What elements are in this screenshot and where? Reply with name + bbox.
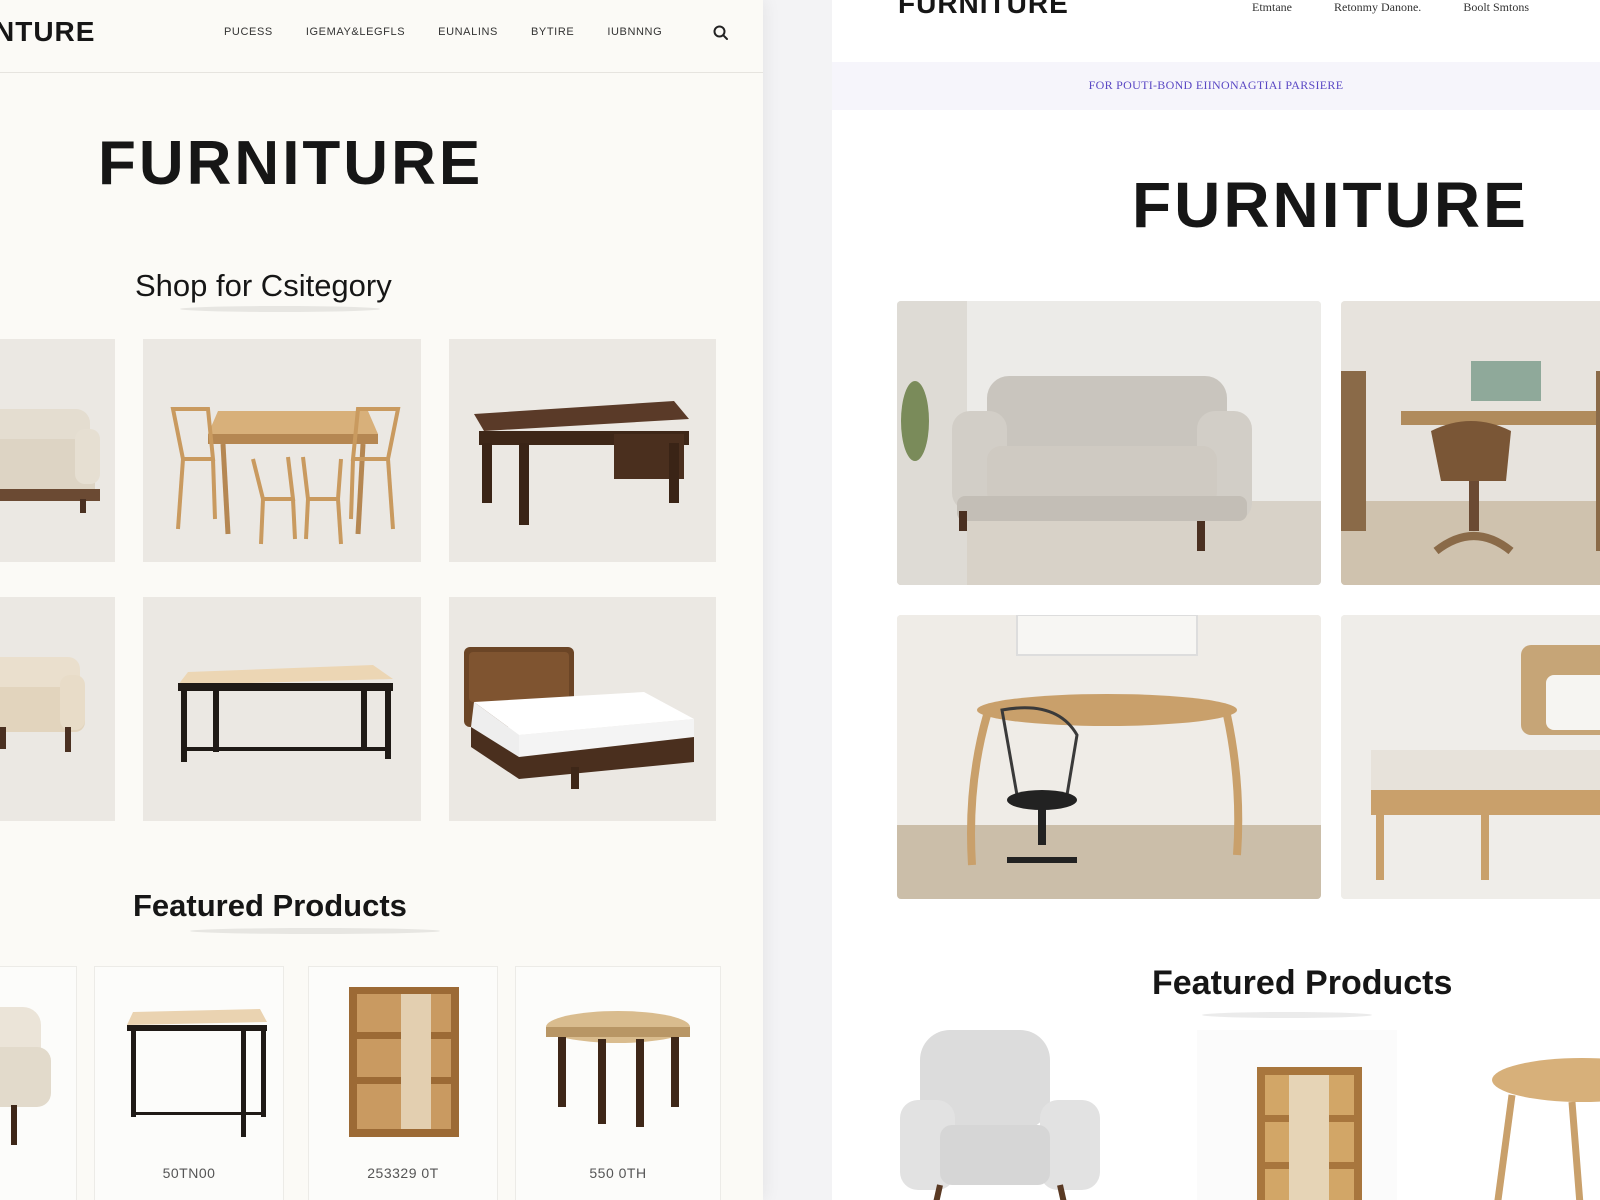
promo-text: FOR POUTI-BOND EIINONAGTIAI PARSIERE: [1088, 78, 1344, 92]
page-title-right: FURNITURE: [1132, 169, 1529, 241]
nav-item-4[interactable]: BYTIRE: [531, 26, 574, 38]
photo-tile-study[interactable]: [897, 615, 1321, 899]
site-logo[interactable]: NTURE: [0, 16, 95, 48]
dining-room-icon: [1341, 301, 1600, 585]
site-header-right: FURNITURE Etmtane Retonmy Danone. Boolt …: [832, 0, 1600, 60]
bedroom-icon: [1341, 615, 1600, 899]
featured-heading-right: Featured Products: [1152, 964, 1453, 1002]
bed-icon: [464, 647, 694, 789]
round-table-icon: [546, 1011, 690, 1127]
category-tile-dining-set[interactable]: [143, 339, 421, 562]
product-card-round-table-right[interactable]: [1472, 1030, 1600, 1200]
dark-desk-icon: [474, 401, 689, 525]
nav-item-1[interactable]: Etmtane: [1252, 0, 1292, 15]
site-header: NTURE PUCESS IGEMAY&LEGFLS EUNALINS BYTI…: [0, 0, 763, 73]
photo-tile-living-room[interactable]: [897, 301, 1321, 585]
bookshelf-icon: [349, 987, 459, 1137]
category-heading: Shop for Csitegory: [135, 268, 392, 303]
search-icon[interactable]: [712, 24, 730, 42]
desk-chair-room-icon: [897, 615, 1321, 899]
product-price: 50TN00: [162, 1165, 216, 1181]
right-page-panel: FURNITURE Etmtane Retonmy Danone. Boolt …: [832, 0, 1600, 1200]
category-tile-loveseat[interactable]: [0, 597, 115, 821]
category-tile-bed[interactable]: [449, 597, 716, 821]
nav-item-2[interactable]: IGEMAY&LEGFLS: [306, 26, 405, 38]
nav-item-2[interactable]: Retonmy Danone.: [1334, 0, 1421, 15]
main-nav: PUCESS IGEMAY&LEGFLS EUNALINS BYTIRE IUB…: [224, 26, 695, 38]
product-card-bookshelf[interactable]: 253329 0T: [308, 966, 498, 1200]
featured-underline: [190, 928, 440, 934]
nav-item-3[interactable]: Boolt Smtons: [1463, 0, 1529, 15]
nav-item-1[interactable]: PUCESS: [224, 26, 273, 38]
site-logo-right[interactable]: FURNITURE: [898, 0, 1069, 20]
promo-banner[interactable]: FOR POUTI-BOND EIINONAGTIAI PARSIERE: [832, 62, 1600, 110]
product-price: 550 0TH: [589, 1165, 647, 1181]
page-title: FURNITURE: [98, 129, 484, 198]
nav-item-3[interactable]: EUNALINS: [438, 26, 498, 38]
left-page-panel: NTURE PUCESS IGEMAY&LEGFLS EUNALINS BYTI…: [0, 0, 763, 1200]
heading-underline: [180, 306, 380, 312]
side-table-icon: [127, 1009, 267, 1137]
product-card-side-table[interactable]: 50TN00: [94, 966, 284, 1200]
dining-set-icon: [170, 407, 401, 545]
category-tile-sofa[interactable]: [0, 339, 115, 562]
living-room-sofa-icon: [897, 301, 1321, 585]
table-icon: [178, 665, 393, 762]
product-price: 253329 0T: [367, 1165, 439, 1181]
category-tile-desk[interactable]: [449, 339, 716, 562]
photo-tile-dining-room[interactable]: [1341, 301, 1600, 585]
armchair-icon: [900, 1030, 1100, 1200]
category-tile-table[interactable]: [143, 597, 421, 821]
loveseat-icon: [0, 657, 85, 752]
product-card-round-table[interactable]: 550 0TH: [515, 966, 721, 1200]
main-nav-right: Etmtane Retonmy Danone. Boolt Smtons: [1252, 0, 1571, 15]
nav-item-5[interactable]: IUBNNNG: [607, 26, 662, 38]
product-card-bookshelf-right[interactable]: [1197, 1030, 1397, 1200]
product-card-armchair[interactable]: [0, 966, 77, 1200]
armchair-icon: [0, 1007, 51, 1145]
sofa-icon: [0, 409, 100, 513]
round-table-icon: [1492, 1058, 1600, 1200]
product-card-armchair-right[interactable]: [900, 1030, 1160, 1200]
featured-underline-right: [1202, 1012, 1372, 1018]
photo-tile-bedroom[interactable]: [1341, 615, 1600, 899]
featured-heading: Featured Products: [133, 888, 407, 923]
bookshelf-icon: [1257, 1067, 1362, 1200]
